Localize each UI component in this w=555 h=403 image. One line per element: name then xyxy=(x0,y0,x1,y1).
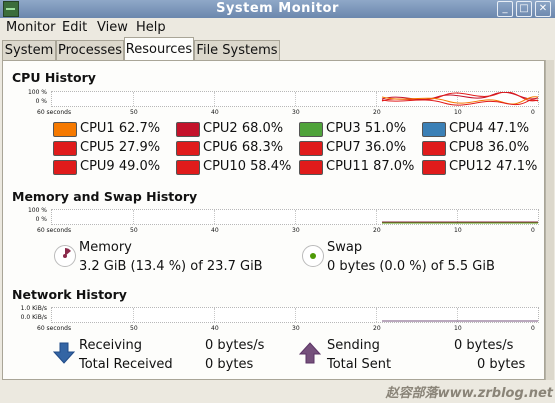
minimize-button[interactable]: _ xyxy=(497,1,513,17)
mem-xlabel-10: 10 xyxy=(454,227,462,234)
mem-ylabel-bottom: 0 % xyxy=(35,216,47,223)
cpu-color-swatch[interactable] xyxy=(422,122,446,137)
cpu-color-swatch[interactable] xyxy=(53,141,77,156)
send-arrow-icon[interactable] xyxy=(299,342,321,364)
net-xlabel-10: 10 xyxy=(454,325,462,332)
maximize-button[interactable]: □ xyxy=(516,1,532,17)
net-ylabel-bottom: 0.0 KiB/s xyxy=(20,314,47,321)
cpu-color-swatch[interactable] xyxy=(53,160,77,175)
total-received-label: Total Received xyxy=(79,357,173,372)
cpu-xlabel-60: 60 seconds xyxy=(37,109,72,116)
mem-xlabel-40: 40 xyxy=(211,227,219,234)
cpu-color-swatch[interactable] xyxy=(422,160,446,175)
mem-xlabel-60: 60 seconds xyxy=(37,227,72,234)
cpu-ylabel-bottom: 0 % xyxy=(35,98,47,105)
cpu-color-swatch[interactable] xyxy=(53,122,77,137)
sending-label: Sending xyxy=(327,338,380,353)
cpu-history-lines xyxy=(381,92,538,106)
cpu-history-title: CPU History xyxy=(12,70,96,85)
menu-bar: Monitor Edit View Help xyxy=(0,18,555,37)
network-history-title: Network History xyxy=(12,287,127,302)
cpu-usage-label: CPU5 27.9% xyxy=(80,140,161,155)
receiving-value: 0 bytes/s xyxy=(205,338,265,353)
memory-history-title: Memory and Swap History xyxy=(12,189,198,204)
memory-label: Memory xyxy=(79,240,132,255)
resources-panel: CPU History 100 % 0 % 60 seconds 50 40 3… xyxy=(2,60,545,380)
net-xlabel-40: 40 xyxy=(211,325,219,332)
total-sent-value: 0 bytes xyxy=(477,357,526,372)
mem-xlabel-30: 30 xyxy=(292,227,300,234)
close-button[interactable]: ✕ xyxy=(535,1,551,17)
cpu-color-swatch[interactable] xyxy=(176,122,200,137)
cpu-usage-label: CPU11 87.0% xyxy=(326,159,415,174)
net-xlabel-0: 0 xyxy=(531,325,535,332)
cpu-history-graph xyxy=(51,91,539,107)
cpu-color-swatch[interactable] xyxy=(299,141,323,156)
memory-history-line xyxy=(382,221,538,224)
cpu-xlabel-50: 50 xyxy=(130,109,138,116)
network-history-graph xyxy=(51,307,539,323)
mem-xlabel-0: 0 xyxy=(531,227,535,234)
menu-view[interactable]: View xyxy=(97,20,128,35)
sending-value: 0 bytes/s xyxy=(454,338,514,353)
window-title: System Monitor xyxy=(216,1,339,16)
cpu-xlabel-20: 20 xyxy=(373,109,381,116)
menu-monitor[interactable]: Monitor xyxy=(6,20,55,35)
cpu-color-swatch[interactable] xyxy=(299,160,323,175)
network-history-line xyxy=(382,320,538,322)
cpu-ylabel-top: 100 % xyxy=(27,89,47,96)
cpu-usage-label: CPU7 36.0% xyxy=(326,140,407,155)
cpu-color-swatch[interactable] xyxy=(176,141,200,156)
cpu-usage-label: CPU8 36.0% xyxy=(449,140,530,155)
net-xlabel-50: 50 xyxy=(130,325,138,332)
cpu-xlabel-30: 30 xyxy=(292,109,300,116)
receiving-label: Receiving xyxy=(79,338,143,353)
menu-help[interactable]: Help xyxy=(136,20,166,35)
mem-ylabel-top: 100 % xyxy=(27,207,47,214)
tab-bar: System Processes Resources File Systems xyxy=(0,37,555,61)
title-bar: System Monitor _ □ ✕ xyxy=(0,0,555,18)
net-ylabel-top: 1.0 KiB/s xyxy=(20,305,47,312)
cpu-xlabel-0: 0 xyxy=(531,109,535,116)
cpu-usage-label: CPU3 51.0% xyxy=(326,121,407,136)
memory-value: 3.2 GiB (13.4 %) of 23.7 GiB xyxy=(79,259,263,274)
total-sent-label: Total Sent xyxy=(327,357,392,372)
cpu-usage-label: CPU10 58.4% xyxy=(203,159,292,174)
menu-edit[interactable]: Edit xyxy=(62,20,87,35)
net-xlabel-20: 20 xyxy=(373,325,381,332)
mem-xlabel-50: 50 xyxy=(130,227,138,234)
vertical-scrollbar[interactable] xyxy=(545,60,554,380)
receive-arrow-icon[interactable] xyxy=(53,342,75,364)
total-received-value: 0 bytes xyxy=(205,357,254,372)
memory-pie-icon[interactable] xyxy=(54,245,76,267)
tab-file-systems[interactable]: File Systems xyxy=(194,40,280,60)
cpu-usage-label: CPU9 49.0% xyxy=(80,159,161,174)
memory-history-graph xyxy=(51,209,539,225)
net-xlabel-60: 60 seconds xyxy=(37,325,72,332)
tab-system[interactable]: System xyxy=(2,40,56,60)
tab-processes[interactable]: Processes xyxy=(56,40,124,60)
cpu-color-swatch[interactable] xyxy=(176,160,200,175)
net-xlabel-30: 30 xyxy=(292,325,300,332)
cpu-usage-label: CPU1 62.7% xyxy=(80,121,161,136)
cpu-xlabel-10: 10 xyxy=(454,109,462,116)
cpu-usage-label: CPU12 47.1% xyxy=(449,159,538,174)
tab-resources[interactable]: Resources xyxy=(124,37,194,61)
mem-xlabel-20: 20 xyxy=(373,227,381,234)
cpu-color-swatch[interactable] xyxy=(422,141,446,156)
swap-pie-icon[interactable] xyxy=(302,245,324,267)
swap-value: 0 bytes (0.0 %) of 5.5 GiB xyxy=(327,259,495,274)
cpu-usage-label: CPU4 47.1% xyxy=(449,121,530,136)
cpu-usage-label: CPU6 68.3% xyxy=(203,140,284,155)
watermark: 赵容部落www.zrblog.net xyxy=(385,386,553,401)
swap-label: Swap xyxy=(327,240,363,255)
cpu-usage-label: CPU2 68.0% xyxy=(203,121,284,136)
cpu-color-swatch[interactable] xyxy=(299,122,323,137)
cpu-xlabel-40: 40 xyxy=(211,109,219,116)
